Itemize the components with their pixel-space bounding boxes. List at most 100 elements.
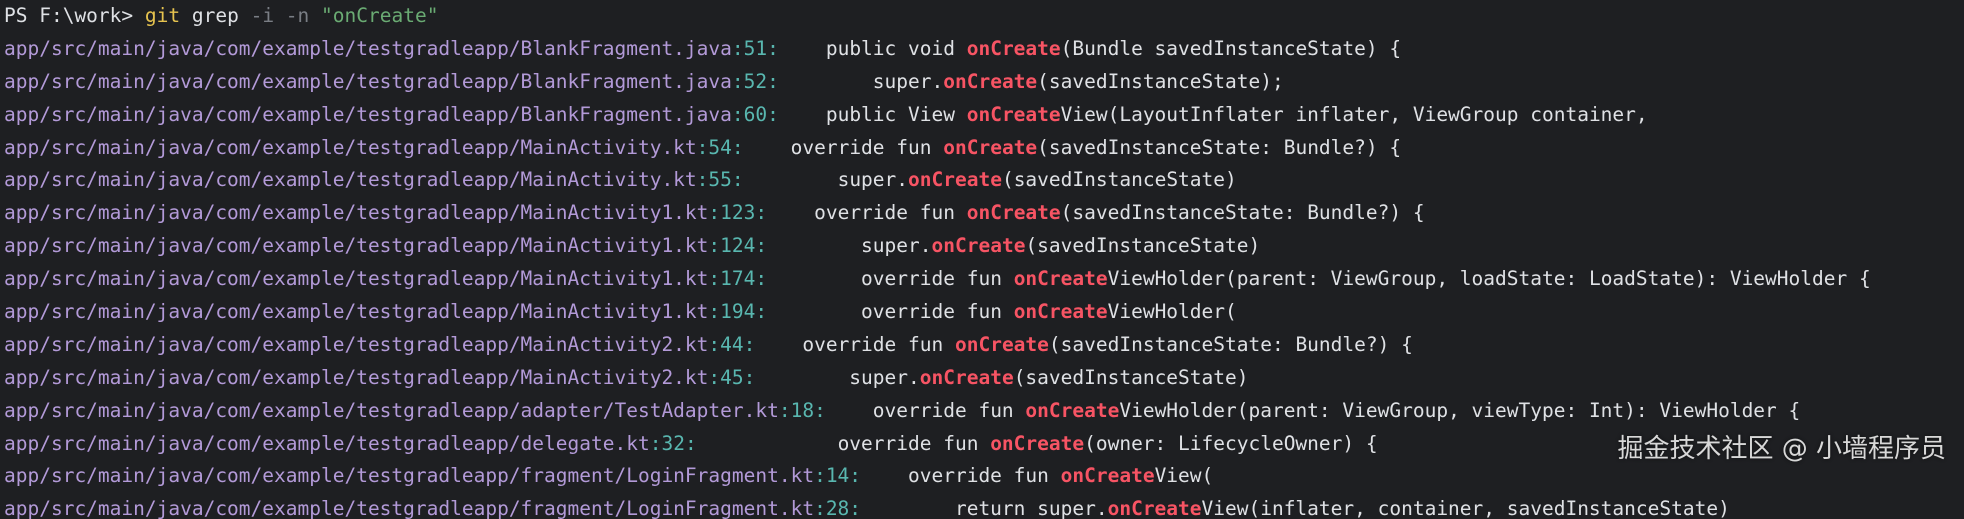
code-after-match: (savedInstanceState)	[1013, 365, 1249, 389]
code-after-match: ViewHolder(parent: ViewGroup, viewType: …	[1119, 398, 1801, 422]
code-after-match: View(inflater, container, savedInstanceS…	[1201, 497, 1730, 519]
line-number: 60	[743, 102, 768, 126]
prompt-line: PS F:\work> git grep -i -n "onCreate"	[0, 0, 1964, 33]
separator: :	[755, 201, 768, 225]
code-before-match: override fun	[767, 267, 1014, 291]
result-line: app/src/main/java/com/example/testgradle…	[0, 395, 1964, 428]
match-highlight: onCreate	[943, 135, 1038, 159]
file-path: app/src/main/java/com/example/testgradle…	[4, 431, 650, 455]
line-number: 55	[708, 168, 732, 192]
code-after-match: (savedInstanceState);	[1037, 69, 1284, 93]
line-number: 18	[790, 398, 815, 422]
code-before-match: override fun	[767, 300, 1014, 324]
separator: :	[743, 332, 756, 356]
line-number: 54	[708, 135, 732, 159]
code-after-match: ViewHolder(	[1107, 300, 1237, 324]
command-flags: -i -n	[250, 4, 322, 27]
line-number: 194	[720, 300, 756, 324]
separator: :	[743, 365, 756, 389]
match-highlight: onCreate	[908, 168, 1002, 192]
code-before-match: override fun	[825, 398, 1026, 422]
match-highlight: onCreate	[1013, 300, 1108, 324]
file-path: app/src/main/java/com/example/testgradle…	[4, 102, 732, 126]
separator: :	[708, 332, 721, 356]
subcommand: grep	[180, 4, 251, 27]
match-highlight: onCreate	[1025, 398, 1120, 422]
separator: :	[814, 398, 826, 422]
separator: :	[755, 234, 768, 258]
file-path: app/src/main/java/com/example/testgradle…	[4, 365, 709, 389]
code-after-match: (savedInstanceState: Bundle?) {	[1048, 332, 1413, 356]
separator: :	[849, 497, 862, 519]
file-path: app/src/main/java/com/example/testgradle…	[4, 398, 779, 422]
separator: :	[731, 69, 744, 93]
code-before-match: override fun	[696, 431, 991, 455]
code-before-match: super.	[767, 234, 932, 258]
separator: :	[696, 168, 709, 192]
line-number: 174	[720, 267, 756, 291]
result-line: app/src/main/java/com/example/testgradle…	[0, 197, 1964, 230]
separator: :	[755, 267, 768, 291]
search-pattern: "onCreate"	[321, 4, 439, 27]
result-line: app/src/main/java/com/example/testgradle…	[0, 230, 1964, 263]
code-after-match: (owner: LifecycleOwner) {	[1084, 431, 1378, 455]
separator: :	[708, 300, 721, 324]
file-path: app/src/main/java/com/example/testgradle…	[4, 135, 697, 159]
match-highlight: onCreate	[919, 365, 1014, 389]
line-number: 124	[720, 234, 756, 258]
separator: :	[731, 36, 744, 60]
code-after-match: (savedInstanceState: Bundle?) {	[1060, 201, 1425, 225]
separator: :	[814, 497, 826, 519]
code-before-match: super.	[743, 168, 909, 192]
line-number: 51	[743, 36, 768, 60]
line-number: 45	[720, 365, 744, 389]
file-path: app/src/main/java/com/example/testgradle…	[4, 36, 732, 60]
line-number: 14	[825, 464, 850, 488]
separator: :	[767, 69, 779, 93]
file-path: app/src/main/java/com/example/testgradle…	[4, 267, 709, 291]
result-line: app/src/main/java/com/example/testgradle…	[0, 263, 1964, 296]
file-path: app/src/main/java/com/example/testgradle…	[4, 69, 732, 93]
match-highlight: onCreate	[966, 102, 1061, 126]
terminal-window[interactable]: PS F:\work> git grep -i -n "onCreate" ap…	[0, 0, 1964, 519]
code-before-match: public void	[778, 36, 967, 60]
code-before-match: return super.	[861, 497, 1108, 519]
result-line: app/src/main/java/com/example/testgradle…	[0, 99, 1964, 132]
result-line: app/src/main/java/com/example/testgradle…	[0, 460, 1964, 493]
separator: :	[708, 267, 721, 291]
file-path: app/src/main/java/com/example/testgradle…	[4, 464, 815, 488]
code-after-match: ViewHolder(parent: ViewGroup, loadState:…	[1107, 267, 1871, 291]
match-highlight: onCreate	[966, 36, 1061, 60]
match-highlight: onCreate	[1060, 464, 1155, 488]
match-highlight: onCreate	[966, 201, 1061, 225]
separator: :	[778, 398, 791, 422]
separator: :	[755, 300, 768, 324]
separator: :	[708, 234, 721, 258]
match-highlight: onCreate	[1107, 497, 1202, 519]
separator: :	[708, 365, 721, 389]
separator: :	[767, 102, 779, 126]
code-after-match: (savedInstanceState: Bundle?) {	[1037, 135, 1402, 159]
match-highlight: onCreate	[943, 69, 1038, 93]
file-path: app/src/main/java/com/example/testgradle…	[4, 234, 709, 258]
prompt-text: PS F:\work>	[4, 4, 145, 27]
file-path: app/src/main/java/com/example/testgradle…	[4, 497, 815, 519]
code-before-match: super.	[778, 69, 944, 93]
code-after-match: (savedInstanceState)	[1025, 234, 1261, 258]
file-path: app/src/main/java/com/example/testgradle…	[4, 168, 697, 192]
result-line: app/src/main/java/com/example/testgradle…	[0, 296, 1964, 329]
watermark: 掘金技术社区 @ 小墙程序员	[1617, 434, 1946, 464]
file-path: app/src/main/java/com/example/testgradle…	[4, 332, 709, 356]
code-before-match: override fun	[861, 464, 1061, 488]
code-after-match: (Bundle savedInstanceState) {	[1060, 36, 1402, 60]
match-highlight: onCreate	[1013, 267, 1108, 291]
line-number: 44	[720, 332, 744, 356]
result-line: app/src/main/java/com/example/testgradle…	[0, 329, 1964, 362]
code-before-match: override fun	[743, 135, 944, 159]
result-line: app/src/main/java/com/example/testgradle…	[0, 493, 1964, 519]
match-highlight: onCreate	[990, 431, 1085, 455]
code-before-match: public View	[778, 102, 967, 126]
line-number: 52	[743, 69, 768, 93]
separator: :	[708, 201, 721, 225]
command-name: git	[144, 4, 181, 27]
